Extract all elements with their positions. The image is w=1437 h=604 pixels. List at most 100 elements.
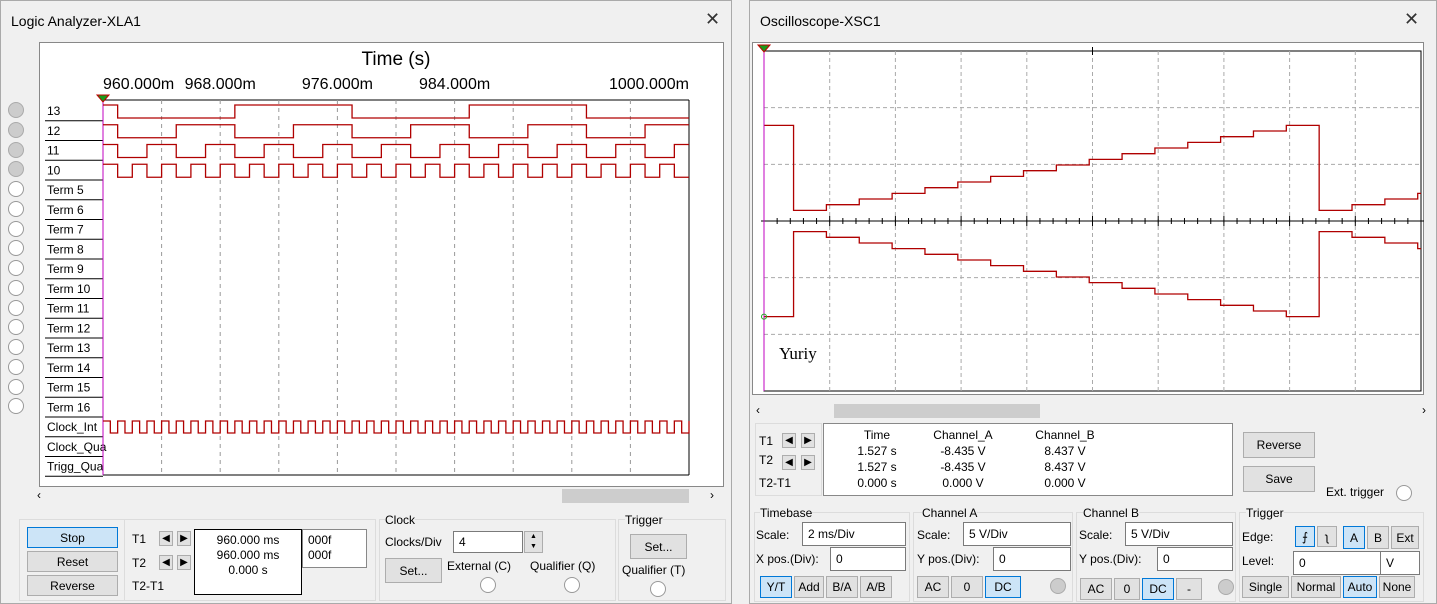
mode-a-b-button[interactable]: A/B — [860, 576, 892, 598]
channel-a-ypos-label: Y pos.(Div): — [917, 552, 980, 566]
channel-label: Clock_Int — [47, 420, 98, 434]
screen-background — [752, 42, 1424, 395]
trigger-level-unit[interactable]: V — [1380, 551, 1420, 575]
channel-radio[interactable] — [8, 358, 24, 375]
mode-b-a-button[interactable]: B/A — [826, 576, 858, 598]
trigger-level-input[interactable]: 0 — [1293, 551, 1381, 575]
t1-left-arrow-icon[interactable]: ◀ — [159, 531, 173, 546]
channel-label: Term 5 — [47, 183, 84, 197]
channel-b-invert-button[interactable]: - — [1176, 578, 1202, 600]
channel-label: Term 9 — [47, 262, 84, 276]
channel-radio[interactable] — [8, 398, 24, 415]
t2-t1-label: T2-T1 — [132, 579, 165, 593]
scroll-left-icon[interactable]: ‹ — [37, 488, 41, 502]
close-icon[interactable]: ✕ — [1404, 9, 1419, 30]
t2-right-arrow-icon[interactable]: ▶ — [177, 555, 191, 570]
scroll-right-icon[interactable]: › — [1422, 403, 1426, 417]
rising-edge-icon[interactable]: ⨍ — [1295, 526, 1315, 547]
external-clock-radio[interactable] — [480, 577, 496, 593]
level-label: Level: — [1242, 554, 1275, 568]
save-button[interactable]: Save — [1243, 466, 1315, 492]
stop-button[interactable]: Stop — [27, 527, 118, 548]
trigger-source-b-button[interactable]: B — [1367, 526, 1389, 549]
clocks-per-div-stepper[interactable]: ▲ ▼ — [524, 531, 543, 553]
channel-a-radio[interactable] — [1050, 578, 1066, 594]
channel-radio[interactable] — [8, 141, 24, 158]
trigger-qualifier-radio[interactable] — [650, 581, 666, 597]
reverse-button[interactable]: Reverse — [1243, 432, 1315, 458]
mode-add-button[interactable]: Add — [794, 576, 824, 598]
t2-right-arrow-icon[interactable]: ▶ — [801, 455, 815, 470]
horizontal-scrollbar[interactable]: ‹ › — [37, 488, 723, 504]
channel-radio[interactable] — [8, 102, 24, 118]
timebase-scale-input[interactable]: 2 ms/Div — [802, 522, 906, 546]
channel-radio[interactable] — [8, 279, 24, 296]
reset-button[interactable]: Reset — [27, 551, 118, 572]
scroll-left-icon[interactable]: ‹ — [756, 403, 760, 417]
channel-a-dc-button[interactable]: DC — [985, 576, 1021, 598]
channel-label: Term 14 — [47, 361, 91, 375]
channel-radio[interactable] — [8, 121, 24, 138]
clock-set-button[interactable]: Set... — [385, 558, 442, 583]
t2-left-arrow-icon[interactable]: ◀ — [159, 555, 173, 570]
falling-edge-icon[interactable]: ʅ — [1317, 526, 1337, 547]
channel-b-ac-button[interactable]: AC — [1080, 578, 1112, 600]
x-pos-label: X pos.(Div): — [756, 552, 819, 566]
readout-header: Time Channel_A Channel_B — [824, 427, 1232, 443]
clocks-per-div-input[interactable]: 4 — [453, 531, 523, 553]
t2-left-arrow-icon[interactable]: ◀ — [782, 455, 796, 470]
horizontal-scrollbar[interactable]: ‹ › — [756, 403, 1432, 419]
scroll-right-icon[interactable]: › — [710, 488, 714, 502]
mode-y-t-button[interactable]: Y/T — [760, 576, 792, 598]
channel-a-scale-input[interactable]: 5 V/Div — [963, 522, 1071, 546]
channel-radio[interactable] — [8, 260, 24, 276]
trigger-qualifier-label: Qualifier (T) — [622, 563, 686, 577]
trigger-mode-single-button[interactable]: Single — [1242, 576, 1289, 598]
channel-radio[interactable] — [8, 161, 24, 178]
readout-cell: 0.000 V — [942, 476, 984, 490]
scroll-thumb[interactable] — [834, 404, 1040, 418]
screen-annotation: Yuriy — [779, 344, 817, 363]
logic-analyzer-window: Logic Analyzer-XLA1 ✕ Time (s) 960.000m 96… — [0, 0, 732, 604]
channel-b-label: Channel B — [1083, 506, 1140, 520]
channel-radio[interactable] — [8, 220, 24, 237]
channel-a-ac-button[interactable]: AC — [917, 576, 949, 598]
reverse-button[interactable]: Reverse — [27, 575, 118, 596]
trigger-mode-normal-button[interactable]: Normal — [1291, 576, 1341, 598]
cursor-readout-table: Time Channel_A Channel_B 1.527 s -8.435 V 8.4… — [823, 423, 1233, 496]
scroll-thumb[interactable] — [562, 489, 689, 503]
trigger-source-a-button[interactable]: A — [1343, 526, 1365, 549]
channel-b-dc-button[interactable]: DC — [1142, 578, 1174, 600]
ext-trigger-radio[interactable] — [1396, 485, 1412, 501]
t1-left-arrow-icon[interactable]: ◀ — [782, 433, 796, 448]
channel-a-ypos-input[interactable]: 0 — [993, 547, 1071, 571]
t1-right-arrow-icon[interactable]: ▶ — [177, 531, 191, 546]
channel-radio[interactable] — [8, 200, 24, 217]
channel-a-0-button[interactable]: 0 — [951, 576, 983, 598]
channel-b-ypos-label: Y pos.(Div): — [1079, 552, 1142, 566]
channel-a-scale-label: Scale: — [917, 528, 951, 542]
t1-right-arrow-icon[interactable]: ▶ — [801, 433, 815, 448]
channel-b-scale-input[interactable]: 5 V/Div — [1125, 522, 1233, 546]
channel-radio[interactable] — [8, 181, 24, 197]
channel-radio[interactable] — [8, 299, 24, 316]
channel-b-radio[interactable] — [1218, 579, 1234, 595]
clock-qualifier-radio[interactable] — [564, 577, 580, 593]
t2-hex: 000f — [308, 548, 332, 562]
channel-label: 12 — [47, 124, 61, 138]
channel-label: 13 — [47, 104, 61, 118]
channel-radio[interactable] — [8, 319, 24, 336]
close-icon[interactable]: ✕ — [705, 9, 720, 30]
trigger-mode-auto-button[interactable]: Auto — [1343, 576, 1377, 598]
channel-radio[interactable] — [8, 339, 24, 355]
trigger-source-ext-button[interactable]: Ext — [1391, 526, 1419, 549]
channel-radio[interactable] — [8, 240, 24, 257]
channel-b-ypos-input[interactable]: 0 — [1157, 547, 1233, 571]
signal-trace-10 — [103, 163, 689, 178]
x-pos-input[interactable]: 0 — [830, 547, 906, 571]
trigger-mode-none-button[interactable]: None — [1379, 576, 1415, 598]
trigger-set-button[interactable]: Set... — [630, 534, 687, 559]
channel-b-0-button[interactable]: 0 — [1114, 578, 1140, 600]
channel-radio[interactable] — [8, 378, 24, 395]
signal-trace-clock-int — [103, 420, 690, 434]
